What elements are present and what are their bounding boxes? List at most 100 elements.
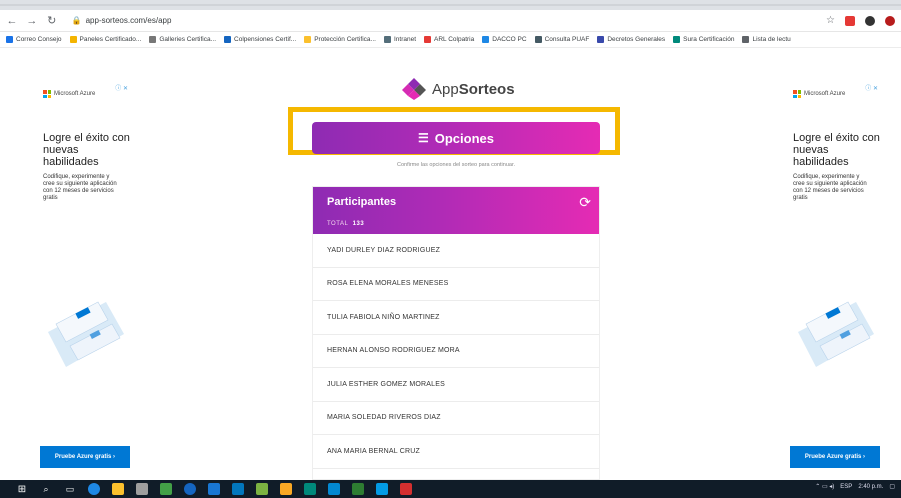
bookmark-favicon-icon [304, 36, 312, 43]
bookmark-label: Sura Certificación [683, 36, 735, 43]
participant-row: TULIA FABIOLA NIÑO MARTINEZ [313, 301, 599, 335]
search-icon[interactable]: ⌕ [40, 483, 52, 495]
azure-ad-right[interactable]: ⓘ ✕ Microsoft Azure Logre el éxito con n… [790, 82, 880, 468]
lock-icon: 🔒 [71, 16, 82, 25]
participants-list: YADI DURLEY DIAZ RODRIGUEZ ROSA ELENA MOR… [313, 234, 599, 480]
bookmark-label: Galleries Certifica... [159, 36, 217, 43]
bookmark-item[interactable]: Galleries Certifica... [149, 36, 216, 43]
bookmark-favicon-icon [742, 36, 750, 43]
appsorteos-logo-icon [402, 78, 426, 100]
bookmark-item[interactable]: Decretos Generales [597, 36, 665, 43]
profile-avatar-icon[interactable] [885, 15, 895, 26]
bookmark-favicon-icon [149, 36, 157, 43]
bookmark-favicon-icon [69, 36, 77, 43]
app-logo[interactable]: AppSorteos [402, 78, 515, 100]
back-icon[interactable]: ← [6, 15, 18, 27]
excel-icon[interactable] [352, 483, 364, 495]
bookmark-label: Correo Consejo [16, 36, 62, 43]
ad-brand-label: Microsoft Azure [804, 91, 846, 97]
ad-body: Codifique, experimente y cree su siguien… [793, 174, 867, 201]
microsoft-logo-icon [43, 90, 51, 98]
system-tray: ⌃ ▭ ◂) ESP 2:40 p.m. ▢ [815, 483, 895, 491]
participants-panel: Participantes TOTAL 133 ⟳ YADI DURLEY DI… [312, 186, 600, 480]
bookmark-item[interactable]: Intranet [383, 36, 416, 43]
bookmark-item[interactable]: DACCO PC [482, 36, 527, 43]
participant-row: JOHANNA MARCELA CUELLAR RAEZ [313, 469, 599, 480]
participant-row: YADI DURLEY DIAZ RODRIGUEZ [313, 234, 599, 268]
app-icon[interactable] [160, 483, 172, 495]
bookmark-item[interactable]: Colpensiones Certif... [224, 36, 296, 43]
app-icon[interactable] [256, 483, 268, 495]
microsoft-logo-icon [793, 90, 801, 98]
app-icon[interactable] [376, 483, 388, 495]
ad-choices-icon[interactable]: ⓘ ✕ [115, 83, 128, 92]
bookmark-label: Decretos Generales [607, 36, 666, 43]
bookmark-item[interactable]: Correo Consejo [6, 36, 62, 43]
extensions: ☆ [826, 15, 895, 26]
bookmark-favicon-icon [597, 36, 605, 43]
options-button-label: Opciones [434, 130, 494, 146]
bookmark-item[interactable]: Consulta PUAF [534, 36, 589, 43]
bookmark-label: ARL Colpatria [434, 36, 475, 43]
app-icon[interactable] [280, 483, 292, 495]
azure-ad-left[interactable]: ⓘ ✕ Microsoft Azure Logre el éxito con n… [40, 82, 130, 468]
ad-brand-label: Microsoft Azure [54, 91, 96, 97]
ad-body: Codifique, experimente y cree su siguien… [43, 174, 117, 201]
bookmark-item[interactable]: Protección Certifica... [304, 36, 376, 43]
participant-row: ROSA ELENA MORALES MENESES [313, 268, 599, 301]
bookmark-item[interactable]: Lista de lectu [742, 36, 791, 43]
options-button[interactable]: ☰ Opciones [312, 122, 600, 154]
bookmark-item[interactable]: ARL Colpatria [424, 36, 474, 43]
notifications-icon[interactable]: ▢ [889, 483, 895, 490]
clock[interactable]: 2:40 p.m. [858, 484, 883, 490]
bookmark-favicon-icon [534, 36, 542, 43]
input-language[interactable]: ESP [840, 484, 852, 490]
refresh-icon[interactable]: ⟳ [579, 194, 591, 211]
bookmark-favicon-icon [6, 36, 13, 43]
app-icon[interactable] [232, 483, 244, 495]
address-bar[interactable]: 🔒 app-sorteos.com/es/app [66, 13, 818, 29]
ad-illustration [48, 301, 124, 367]
bookmark-label: Colpensiones Certif... [234, 36, 297, 43]
bookmark-label: Protección Certifica... [314, 36, 376, 43]
bookmark-item[interactable]: Paneles Certificado... [69, 36, 142, 43]
task-view-icon[interactable]: ▭ [64, 483, 76, 495]
ad-cta-button[interactable]: Pruebe Azure gratis › [790, 446, 880, 468]
edge-icon[interactable] [88, 483, 100, 495]
app-icon[interactable] [136, 483, 148, 495]
browser-toolbar: ← → ↻ 🔒 app-sorteos.com/es/app ☆ [0, 10, 901, 32]
bookmark-favicon-icon [673, 36, 681, 43]
bookmark-label: DACCO PC [492, 36, 527, 43]
bookmark-star-icon[interactable]: ☆ [826, 15, 835, 26]
bookmark-label: Paneles Certificado... [79, 36, 142, 43]
ad-choices-icon[interactable]: ⓘ ✕ [865, 83, 878, 92]
ad-cta-button[interactable]: Pruebe Azure gratis › [40, 446, 130, 468]
app-logo-text: AppSorteos [432, 80, 515, 98]
forward-icon[interactable]: → [26, 15, 38, 27]
ad-headline: Logre el éxito con nuevas habilidades [43, 132, 130, 168]
participant-row: JULIA ESTHER GOMEZ MORALES [313, 368, 599, 402]
app-icon[interactable] [208, 483, 220, 495]
tray-icons[interactable]: ⌃ ▭ ◂) [815, 483, 834, 490]
ad-headline: Logre el éxito con nuevas habilidades [793, 132, 880, 168]
puzzle-icon[interactable] [865, 15, 875, 26]
app-icon[interactable] [328, 483, 340, 495]
participant-row: HERNAN ALONSO RODRIGUEZ MORA [313, 335, 599, 368]
acrobat-icon[interactable] [400, 483, 412, 495]
windows-start-icon[interactable]: ⊞ [16, 483, 28, 495]
participant-row: MARIA SOLEDAD RIVEROS DIAZ [313, 402, 599, 435]
app-icon[interactable] [304, 483, 316, 495]
bookmark-favicon-icon [424, 36, 432, 43]
list-icon: ☰ [417, 131, 429, 145]
participants-header: Participantes TOTAL 133 ⟳ [313, 187, 599, 234]
participants-title: Participantes [327, 196, 397, 208]
reload-icon[interactable]: ↻ [46, 15, 58, 27]
participants-total: TOTAL 133 [327, 221, 365, 227]
explorer-icon[interactable] [112, 483, 124, 495]
extension-icon[interactable] [845, 15, 855, 26]
bookmark-favicon-icon [224, 36, 232, 43]
bookmark-item[interactable]: Sura Certificación [673, 36, 734, 43]
ie-icon[interactable] [184, 483, 196, 495]
browser-tab-strip [0, 0, 901, 10]
participant-row: ANA MARIA BERNAL CRUZ [313, 435, 599, 469]
